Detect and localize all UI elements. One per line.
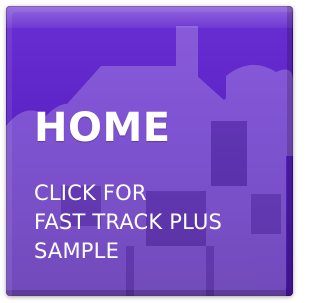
subtitle-line: FAST TRACK PLUS (34, 210, 223, 234)
fast-track-plus-sample-link[interactable]: HOME CLICK FOR FAST TRACK PLUS SAMPLE (6, 6, 293, 296)
subtitle-line: SAMPLE (34, 239, 120, 263)
tile-title: HOME (34, 105, 171, 151)
tile-subtitle: CLICK FOR FAST TRACK PLUS SAMPLE (34, 179, 284, 266)
subtitle-line: CLICK FOR (34, 181, 147, 205)
